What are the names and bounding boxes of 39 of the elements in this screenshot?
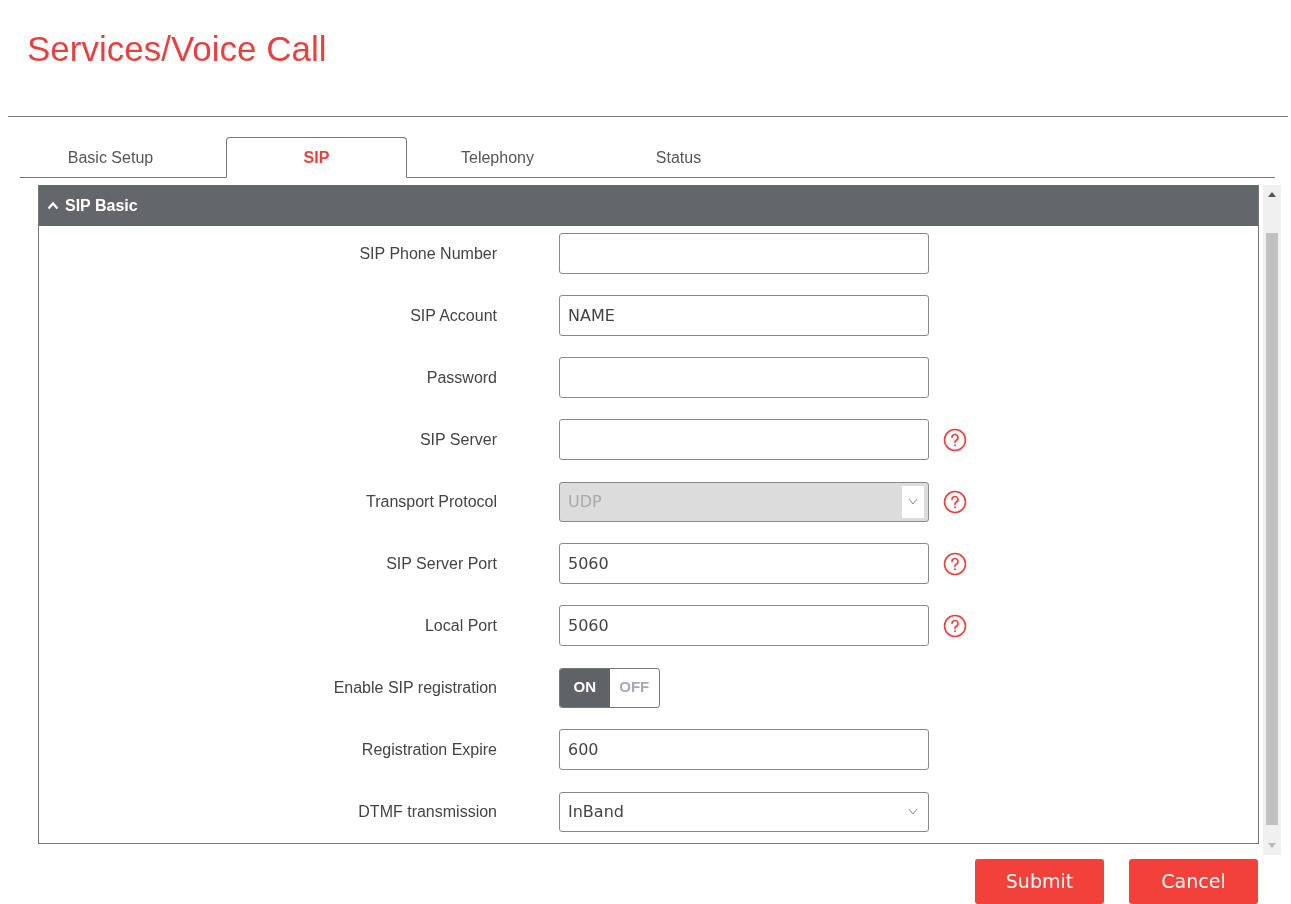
text-field[interactable]: NAME bbox=[559, 295, 929, 336]
tab[interactable]: Status bbox=[588, 137, 769, 178]
text-field[interactable]: 5060 bbox=[559, 605, 929, 646]
help-icon[interactable] bbox=[943, 551, 967, 576]
chevron-down-icon bbox=[908, 498, 918, 505]
submit-button[interactable]: Submit bbox=[975, 859, 1104, 904]
field-label: Transport Protocol bbox=[365, 491, 497, 512]
cancel-button[interactable]: Cancel bbox=[1129, 859, 1258, 904]
text-field[interactable] bbox=[559, 233, 929, 274]
text-field[interactable]: 5060 bbox=[559, 543, 929, 584]
tab[interactable]: Basic Setup bbox=[20, 137, 201, 178]
field-label: SIP Account bbox=[409, 305, 497, 326]
select-field[interactable]: InBand bbox=[559, 791, 929, 832]
field-label: SIP Server Port bbox=[385, 553, 497, 574]
help-icon[interactable] bbox=[943, 427, 967, 452]
help-icon[interactable] bbox=[943, 613, 967, 638]
scrollbar[interactable] bbox=[1263, 185, 1281, 855]
field-label: DTMF transmission bbox=[357, 801, 497, 822]
toggle-switch[interactable]: ON OFF bbox=[559, 667, 660, 708]
section-title: SIP Basic bbox=[65, 195, 138, 216]
text-field[interactable]: 600 bbox=[559, 729, 929, 770]
field-label: Local Port bbox=[423, 615, 497, 636]
text-field[interactable] bbox=[559, 419, 929, 460]
field-label: Enable SIP registration bbox=[332, 677, 497, 698]
section-header[interactable]: SIP Basic bbox=[39, 185, 1258, 226]
scroll-up-icon[interactable] bbox=[1268, 191, 1276, 197]
chevron-up-icon bbox=[47, 201, 59, 210]
field-label: SIP Phone Number bbox=[358, 243, 497, 264]
chevron-down-icon bbox=[908, 808, 918, 815]
tab[interactable]: SIP bbox=[226, 137, 407, 178]
field-label: Password bbox=[425, 367, 497, 388]
field-label: Registration Expire bbox=[360, 739, 497, 760]
tab[interactable]: Telephony bbox=[407, 137, 588, 178]
toggle-off-label: OFF bbox=[618, 677, 651, 698]
field-label: SIP Server bbox=[418, 429, 497, 450]
select-value: InBand bbox=[568, 800, 624, 823]
page-title: Services/Voice Call bbox=[27, 28, 327, 70]
toggle-on-label: ON bbox=[560, 668, 610, 707]
text-field[interactable] bbox=[559, 357, 929, 398]
